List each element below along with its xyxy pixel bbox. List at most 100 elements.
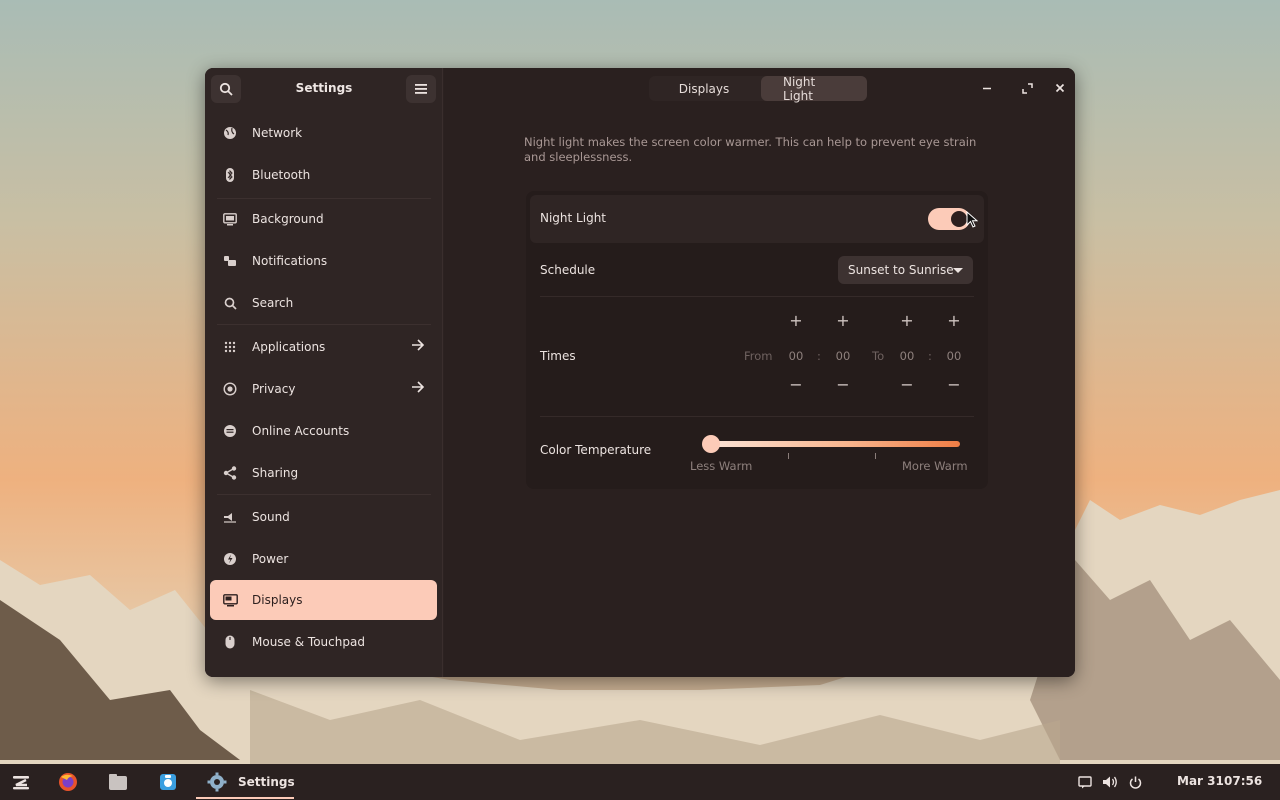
sidebar-item-notifications[interactable]: Notifications: [210, 241, 437, 281]
time-separator: :: [817, 349, 821, 363]
privacy-icon: [222, 381, 238, 397]
tab-night-light[interactable]: Night Light: [761, 75, 867, 103]
slider-handle[interactable]: [702, 435, 720, 453]
color-temperature-slider[interactable]: [710, 441, 960, 447]
message-icon: [1078, 775, 1092, 788]
sidebar-item-applications[interactable]: Applications: [210, 327, 437, 367]
from-hours-increment[interactable]: +: [784, 311, 808, 330]
power-icon: [222, 551, 238, 567]
sidebar-item-label: Bluetooth: [252, 168, 311, 182]
from-minutes-decrement[interactable]: −: [831, 375, 855, 394]
main-panel: Displays Night Light Night light makes t…: [444, 68, 1075, 677]
to-hours-value[interactable]: 00: [895, 349, 919, 363]
folder-icon: [109, 774, 127, 790]
sidebar-item-label: Power: [252, 552, 289, 566]
less-warm-label: Less Warm: [690, 459, 753, 473]
search-icon: [222, 295, 238, 311]
night-light-label: Night Light: [540, 211, 606, 225]
more-warm-label: More Warm: [902, 459, 968, 473]
night-light-description: Night light makes the screen color warme…: [524, 135, 977, 164]
slider-tick: [788, 453, 789, 459]
accounts-icon: [222, 423, 238, 439]
to-minutes-value[interactable]: 00: [942, 349, 966, 363]
to-hours-increment[interactable]: +: [895, 311, 919, 330]
minimize-icon: [983, 87, 991, 90]
sidebar-item-network[interactable]: Network: [210, 113, 437, 153]
grid-icon: [222, 339, 238, 355]
night-light-row: Night Light: [530, 195, 984, 243]
sidebar-item-mouse-touchpad[interactable]: Mouse & Touchpad: [210, 622, 437, 662]
schedule-dropdown[interactable]: Sunset to Sunrise: [838, 256, 973, 284]
mouse-icon: [222, 634, 238, 650]
schedule-value: Sunset to Sunrise: [848, 263, 954, 277]
firefox-icon: [59, 773, 77, 791]
from-minutes-increment[interactable]: +: [831, 311, 855, 330]
sidebar-item-search[interactable]: Search: [210, 283, 437, 323]
sidebar-item-bluetooth[interactable]: Bluetooth: [210, 155, 437, 195]
sidebar-item-label: Displays: [252, 593, 303, 607]
files-launcher[interactable]: [107, 770, 129, 794]
to-minutes-increment[interactable]: +: [942, 311, 966, 330]
bluetooth-icon: [222, 167, 238, 183]
volume-icon: [1103, 776, 1117, 788]
schedule-label: Schedule: [540, 263, 596, 277]
sidebar-divider: [217, 324, 431, 325]
sidebar-item-label: Notifications: [252, 254, 328, 268]
sidebar-item-label: Network: [252, 126, 303, 140]
sidebar-divider: [217, 494, 431, 495]
sidebar-item-label: Background: [252, 212, 324, 226]
sidebar-item-privacy[interactable]: Privacy: [210, 369, 437, 409]
sidebar-item-label: Online Accounts: [252, 424, 350, 438]
tabs: Displays Night Light: [649, 75, 867, 103]
sidebar-item-sharing[interactable]: Sharing: [210, 453, 437, 493]
volume-tray[interactable]: [1102, 770, 1118, 794]
tab-displays[interactable]: Displays: [649, 76, 759, 101]
monitor-icon: [222, 211, 238, 227]
times-label: Times: [540, 349, 576, 363]
software-launcher[interactable]: [157, 770, 179, 794]
maximize-icon: [1021, 82, 1033, 94]
menu-button[interactable]: [406, 75, 436, 103]
to-hours-decrement[interactable]: −: [895, 375, 919, 394]
gear-icon: [207, 772, 227, 792]
sidebar-item-label: Sharing: [252, 466, 299, 480]
from-hours-decrement[interactable]: −: [784, 375, 808, 394]
settings-window: Settings Network Bluetooth Background No…: [205, 68, 1075, 677]
minimize-button[interactable]: [975, 78, 999, 98]
from-minutes-value[interactable]: 00: [831, 349, 855, 363]
firefox-launcher[interactable]: [57, 770, 79, 794]
maximize-button[interactable]: [1015, 78, 1039, 98]
sidebar-item-displays[interactable]: Displays: [210, 580, 437, 620]
notifications-tray[interactable]: [1078, 770, 1092, 794]
row-divider: [540, 296, 974, 297]
bell-icon: [222, 253, 238, 269]
sidebar-item-label: Applications: [252, 340, 326, 354]
toggle-knob: [951, 211, 967, 227]
app-menu-button[interactable]: [10, 770, 32, 794]
from-label: From: [744, 349, 773, 363]
sidebar-item-label: Mouse & Touchpad: [252, 635, 365, 649]
clock-time[interactable]: 07:56: [1224, 774, 1262, 788]
close-icon: [1055, 83, 1065, 93]
speaker-icon: [222, 509, 238, 525]
sidebar-item-power[interactable]: Power: [210, 539, 437, 579]
settings-taskbar-item[interactable]: Settings: [206, 770, 295, 794]
to-minutes-decrement[interactable]: −: [942, 375, 966, 394]
night-light-card: Night Light Schedule Sunset to Sunrise T…: [526, 191, 988, 489]
color-temperature-label: Color Temperature: [540, 443, 652, 457]
globe-icon: [222, 125, 238, 141]
active-indicator: [196, 797, 294, 799]
share-icon: [222, 465, 238, 481]
sidebar-item-label: Sound: [252, 510, 290, 524]
clock-date[interactable]: Mar 31: [1177, 774, 1224, 788]
sidebar-item-sound[interactable]: Sound: [210, 497, 437, 537]
night-light-toggle[interactable]: [928, 208, 970, 230]
to-label: To: [872, 349, 885, 363]
close-button[interactable]: [1048, 78, 1072, 98]
from-hours-value[interactable]: 00: [784, 349, 808, 363]
mouse-cursor-icon: [966, 211, 978, 228]
power-tray[interactable]: [1129, 770, 1142, 794]
sidebar-item-online-accounts[interactable]: Online Accounts: [210, 411, 437, 451]
sidebar-item-background[interactable]: Background: [210, 199, 437, 239]
sidebar-item-label: Search: [252, 296, 294, 310]
